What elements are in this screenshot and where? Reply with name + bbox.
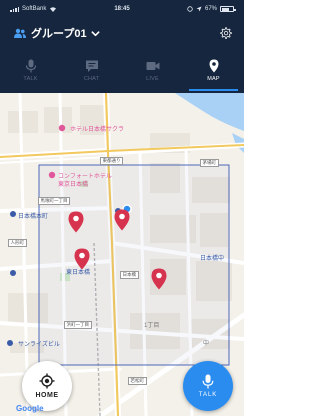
crosshair-icon <box>39 373 55 389</box>
battery-percent: 67% <box>204 6 217 12</box>
group-selector[interactable]: グループ01 <box>31 25 87 41</box>
map-view[interactable]: ホテル日本橋サクラ コンフォートホテル 東京日本橋 日本橋本町 東日本橋 日本橋… <box>0 93 244 416</box>
home-button-label: HOME <box>35 392 59 399</box>
group-icon <box>14 28 26 38</box>
tab-bar: TALK CHAT LIVE MAP <box>0 48 244 93</box>
talk-button-label: TALK <box>198 392 218 398</box>
talk-button[interactable]: TALK <box>183 361 233 411</box>
status-left: SoftBank <box>10 6 57 12</box>
tab-label: MAP <box>207 76 220 82</box>
map-label-poi: 日本橋本町 <box>18 214 49 220</box>
app-header: グループ01 <box>0 18 244 48</box>
signal-icon <box>10 6 19 12</box>
microphone-icon <box>25 59 36 73</box>
carrier-label: SoftBank <box>22 6 47 12</box>
map-label-area: 1丁目 <box>144 323 160 329</box>
gear-icon[interactable] <box>219 26 232 40</box>
tab-label: CHAT <box>83 76 100 82</box>
status-bar: SoftBank 18:45 67% <box>0 0 244 18</box>
map-label-poi: サンライズビル <box>18 342 60 348</box>
google-logo: Google <box>16 404 44 413</box>
map-label-poi: 日本橋中 <box>200 256 225 262</box>
route-shield: 東都通り <box>100 157 123 165</box>
microphone-icon <box>202 374 214 389</box>
route-shield: 茅場町 <box>200 159 219 167</box>
route-shield: 浜町一丁目 <box>64 321 92 329</box>
tab-talk[interactable]: TALK <box>0 48 61 93</box>
route-shield: 若松町 <box>128 377 147 385</box>
video-camera-icon <box>146 62 159 70</box>
member-location-pin[interactable] <box>74 248 90 270</box>
chat-bubble-icon <box>85 60 98 72</box>
member-location-pin[interactable] <box>114 209 130 231</box>
route-shield: 日本橋 <box>120 271 139 279</box>
chevron-down-icon[interactable] <box>91 29 100 38</box>
route-shield: 人形町 <box>8 239 27 247</box>
tab-live[interactable]: LIVE <box>122 48 183 93</box>
alarm-icon <box>187 6 193 12</box>
route-shield: 馬喰町一丁目 <box>38 197 70 205</box>
tab-label: LIVE <box>146 76 159 82</box>
tab-chat[interactable]: CHAT <box>61 48 122 93</box>
battery-icon <box>220 6 236 12</box>
map-label-poi: ホテル日本橋サクラ <box>70 127 125 133</box>
location-arrow-icon <box>196 6 202 12</box>
wifi-icon <box>50 7 57 12</box>
google-logo-text: Google <box>16 404 44 413</box>
map-label-poi: 東京日本橋 <box>58 182 89 188</box>
tab-map[interactable]: MAP <box>183 48 244 93</box>
map-pin-icon <box>209 59 218 73</box>
member-location-pin[interactable] <box>151 268 167 290</box>
status-right: 67% <box>187 6 236 12</box>
map-label-area: 中 <box>203 341 210 347</box>
member-location-pin[interactable] <box>68 211 84 233</box>
tab-label: TALK <box>23 76 38 82</box>
battery-level-fill <box>221 7 229 11</box>
